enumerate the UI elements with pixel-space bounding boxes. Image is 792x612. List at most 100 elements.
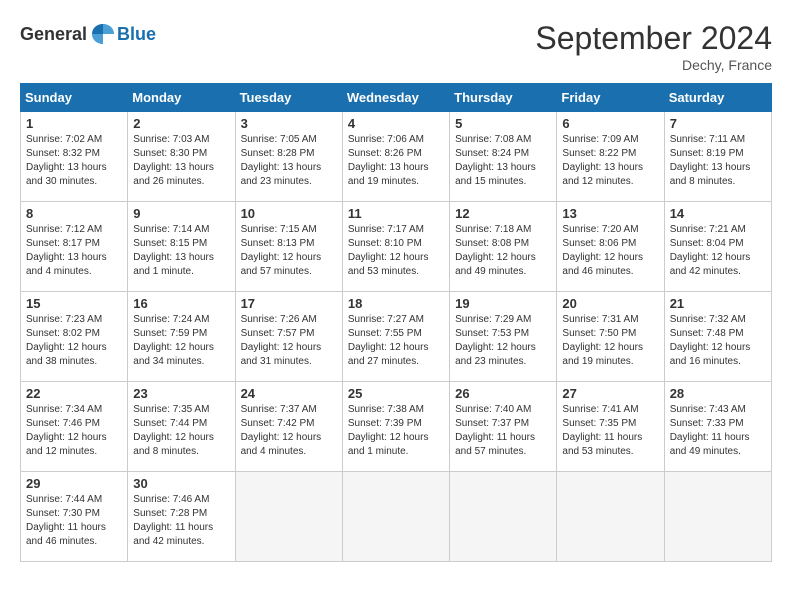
calendar-cell: 10Sunrise: 7:15 AMSunset: 8:13 PMDayligh… — [235, 202, 342, 292]
day-number: 29 — [26, 476, 122, 491]
day-info: Sunrise: 7:43 AMSunset: 7:33 PMDaylight:… — [670, 403, 766, 459]
day-number: 25 — [348, 386, 444, 401]
day-info: Sunrise: 7:11 AMSunset: 8:19 PMDaylight:… — [670, 133, 766, 189]
week-row-4: 22 Sunrise: 7:34 AMSunset: 7:46 PMDayligh… — [21, 382, 772, 472]
day-info: Sunrise: 7:31 AMSunset: 7:50 PMDaylight:… — [562, 313, 658, 369]
weekday-header-monday: Monday — [128, 84, 235, 112]
calendar-cell: 30Sunrise: 7:46 AMSunset: 7:28 PMDayligh… — [128, 472, 235, 562]
logo-blue: Blue — [117, 24, 156, 45]
day-info: Sunrise: 7:20 AMSunset: 8:06 PMDaylight:… — [562, 223, 658, 279]
week-row-1: 1Sunrise: 7:02 AMSunset: 8:32 PMDaylight… — [21, 112, 772, 202]
day-info: Sunrise: 7:46 AMSunset: 7:28 PMDaylight:… — [133, 493, 229, 549]
day-number: 10 — [241, 206, 337, 221]
day-info: Sunrise: 7:18 AMSunset: 8:08 PMDaylight:… — [455, 223, 551, 279]
day-info: Sunrise: 7:23 AMSunset: 8:02 PMDaylight:… — [26, 313, 122, 369]
calendar-cell: 28 Sunrise: 7:43 AMSunset: 7:33 PMDayligh… — [664, 382, 771, 472]
calendar-cell: 21Sunrise: 7:32 AMSunset: 7:48 PMDayligh… — [664, 292, 771, 382]
day-info: Sunrise: 7:09 AMSunset: 8:22 PMDaylight:… — [562, 133, 658, 189]
calendar-cell: 5 Sunrise: 7:08 AMSunset: 8:24 PMDaylight… — [450, 112, 557, 202]
weekday-header-row: SundayMondayTuesdayWednesdayThursdayFrid… — [21, 84, 772, 112]
calendar-cell: 20 Sunrise: 7:31 AMSunset: 7:50 PMDayligh… — [557, 292, 664, 382]
day-info: Sunrise: 7:29 AMSunset: 7:53 PMDaylight:… — [455, 313, 551, 369]
day-info: Sunrise: 7:21 AMSunset: 8:04 PMDaylight:… — [670, 223, 766, 279]
day-info: Sunrise: 7:17 AMSunset: 8:10 PMDaylight:… — [348, 223, 444, 279]
day-info: Sunrise: 7:14 AMSunset: 8:15 PMDaylight:… — [133, 223, 229, 279]
calendar-cell — [664, 472, 771, 562]
day-number: 9 — [133, 206, 229, 221]
day-info: Sunrise: 7:35 AMSunset: 7:44 PMDaylight:… — [133, 403, 229, 459]
calendar-cell: 4 Sunrise: 7:06 AMSunset: 8:26 PMDaylight… — [342, 112, 449, 202]
day-number: 23 — [133, 386, 229, 401]
day-number: 18 — [348, 296, 444, 311]
logo-general: General — [20, 24, 87, 45]
calendar-cell — [557, 472, 664, 562]
day-number: 20 — [562, 296, 658, 311]
day-info: Sunrise: 7:12 AMSunset: 8:17 PMDaylight:… — [26, 223, 122, 279]
calendar-cell: 9 Sunrise: 7:14 AMSunset: 8:15 PMDaylight… — [128, 202, 235, 292]
calendar-cell — [235, 472, 342, 562]
day-info: Sunrise: 7:44 AMSunset: 7:30 PMDaylight:… — [26, 493, 122, 549]
day-number: 6 — [562, 116, 658, 131]
calendar-cell: 15 Sunrise: 7:23 AMSunset: 8:02 PMDayligh… — [21, 292, 128, 382]
calendar-cell — [450, 472, 557, 562]
day-number: 22 — [26, 386, 122, 401]
calendar-cell: 17 Sunrise: 7:26 AMSunset: 7:57 PMDayligh… — [235, 292, 342, 382]
day-number: 17 — [241, 296, 337, 311]
day-info: Sunrise: 7:02 AMSunset: 8:32 PMDaylight:… — [26, 133, 122, 189]
day-number: 14 — [670, 206, 766, 221]
week-row-2: 8 Sunrise: 7:12 AMSunset: 8:17 PMDaylight… — [21, 202, 772, 292]
calendar-cell: 1Sunrise: 7:02 AMSunset: 8:32 PMDaylight… — [21, 112, 128, 202]
day-number: 5 — [455, 116, 551, 131]
day-number: 28 — [670, 386, 766, 401]
week-row-3: 15 Sunrise: 7:23 AMSunset: 8:02 PMDayligh… — [21, 292, 772, 382]
day-info: Sunrise: 7:41 AMSunset: 7:35 PMDaylight:… — [562, 403, 658, 459]
day-info: Sunrise: 7:40 AMSunset: 7:37 PMDaylight:… — [455, 403, 551, 459]
calendar-cell: 22 Sunrise: 7:34 AMSunset: 7:46 PMDayligh… — [21, 382, 128, 472]
weekday-header-saturday: Saturday — [664, 84, 771, 112]
day-info: Sunrise: 7:03 AMSunset: 8:30 PMDaylight:… — [133, 133, 229, 189]
weekday-header-thursday: Thursday — [450, 84, 557, 112]
day-number: 15 — [26, 296, 122, 311]
day-number: 16 — [133, 296, 229, 311]
calendar-cell: 13 Sunrise: 7:20 AMSunset: 8:06 PMDayligh… — [557, 202, 664, 292]
calendar-cell — [342, 472, 449, 562]
month-title: September 2024 — [535, 20, 772, 57]
week-row-5: 29 Sunrise: 7:44 AMSunset: 7:30 PMDayligh… — [21, 472, 772, 562]
weekday-header-sunday: Sunday — [21, 84, 128, 112]
day-info: Sunrise: 7:38 AMSunset: 7:39 PMDaylight:… — [348, 403, 444, 459]
day-number: 4 — [348, 116, 444, 131]
day-number: 21 — [670, 296, 766, 311]
day-number: 13 — [562, 206, 658, 221]
weekday-header-friday: Friday — [557, 84, 664, 112]
day-number: 27 — [562, 386, 658, 401]
day-number: 11 — [348, 206, 444, 221]
title-section: September 2024 Dechy, France — [535, 20, 772, 73]
weekday-header-wednesday: Wednesday — [342, 84, 449, 112]
calendar-cell: 11 Sunrise: 7:17 AMSunset: 8:10 PMDayligh… — [342, 202, 449, 292]
day-info: Sunrise: 7:27 AMSunset: 7:55 PMDaylight:… — [348, 313, 444, 369]
logo: General Blue — [20, 20, 156, 48]
day-number: 8 — [26, 206, 122, 221]
day-number: 2 — [133, 116, 229, 131]
day-info: Sunrise: 7:26 AMSunset: 7:57 PMDaylight:… — [241, 313, 337, 369]
day-number: 24 — [241, 386, 337, 401]
calendar-cell: 3Sunrise: 7:05 AMSunset: 8:28 PMDaylight… — [235, 112, 342, 202]
day-number: 7 — [670, 116, 766, 131]
day-info: Sunrise: 7:37 AMSunset: 7:42 PMDaylight:… — [241, 403, 337, 459]
calendar-cell: 18 Sunrise: 7:27 AMSunset: 7:55 PMDayligh… — [342, 292, 449, 382]
day-number: 19 — [455, 296, 551, 311]
day-info: Sunrise: 7:08 AMSunset: 8:24 PMDaylight:… — [455, 133, 551, 189]
day-number: 12 — [455, 206, 551, 221]
calendar-table: SundayMondayTuesdayWednesdayThursdayFrid… — [20, 83, 772, 562]
day-number: 3 — [241, 116, 337, 131]
day-info: Sunrise: 7:06 AMSunset: 8:26 PMDaylight:… — [348, 133, 444, 189]
weekday-header-tuesday: Tuesday — [235, 84, 342, 112]
day-info: Sunrise: 7:34 AMSunset: 7:46 PMDaylight:… — [26, 403, 122, 459]
calendar-cell: 2 Sunrise: 7:03 AMSunset: 8:30 PMDaylight… — [128, 112, 235, 202]
calendar-cell: 7 Sunrise: 7:11 AMSunset: 8:19 PMDaylight… — [664, 112, 771, 202]
calendar-cell: 19 Sunrise: 7:29 AMSunset: 7:53 PMDayligh… — [450, 292, 557, 382]
calendar-cell: 6 Sunrise: 7:09 AMSunset: 8:22 PMDaylight… — [557, 112, 664, 202]
calendar-cell: 12 Sunrise: 7:18 AMSunset: 8:08 PMDayligh… — [450, 202, 557, 292]
logo-icon — [89, 20, 117, 48]
calendar-cell: 16Sunrise: 7:24 AMSunset: 7:59 PMDayligh… — [128, 292, 235, 382]
